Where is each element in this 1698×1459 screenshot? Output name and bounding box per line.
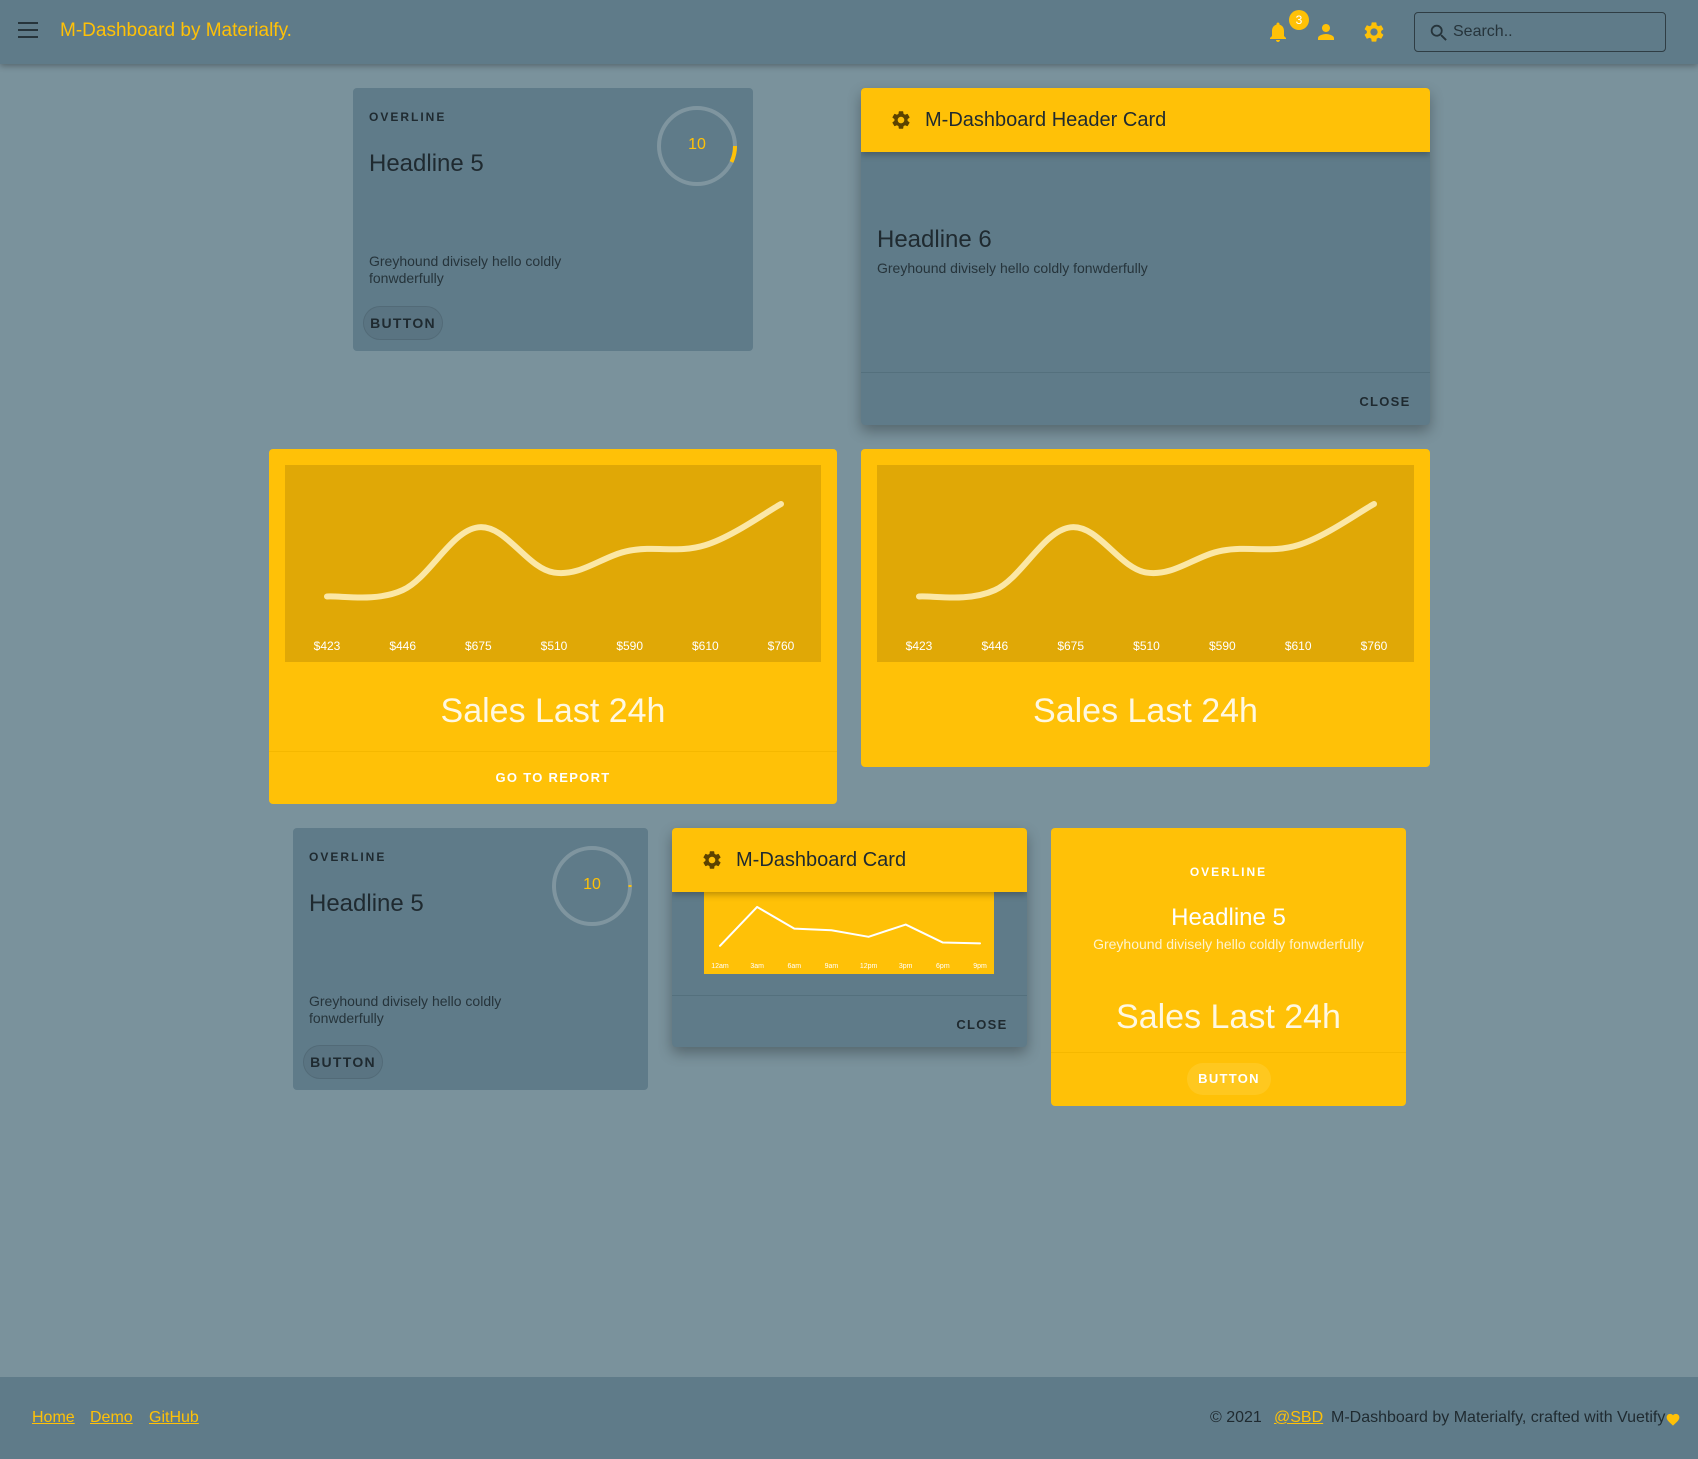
- sales-title: Sales Last 24h: [440, 692, 666, 730]
- sales-title: Sales Last 24h: [1116, 998, 1341, 1036]
- divider: [861, 372, 1430, 373]
- sales-title: Sales Last 24h: [1033, 692, 1258, 730]
- tick-label: 9am: [825, 963, 839, 970]
- card-text: Greyhound divisely hello coldly fonwderf…: [369, 253, 562, 286]
- progress-value: 10: [583, 876, 601, 893]
- tick-label: $590: [1209, 639, 1236, 653]
- card-text: Greyhound divisely hello coldly fonwderf…: [1093, 936, 1364, 952]
- tick-label: $446: [389, 639, 416, 653]
- card-overline: OVERLINE: [1189, 865, 1268, 879]
- close-button[interactable]: CLOSE: [1349, 386, 1421, 418]
- card-header: M-Dashboard Card: [672, 828, 1027, 892]
- card-overline: OVERLINE: [309, 850, 387, 864]
- sales-card: $423 $446 $675 $510 $590 $610 $760 Sales Last …: [269, 449, 837, 804]
- go-to-report-button[interactable]: GO TO REPORT: [463, 761, 643, 795]
- card-button[interactable]: BUTTON: [1187, 1063, 1271, 1095]
- tick-label: 9pm: [973, 963, 987, 970]
- tick-label: 12am: [711, 963, 729, 970]
- tick-label: $610: [692, 639, 719, 653]
- divider: [672, 995, 1027, 996]
- tick-label: 6am: [787, 963, 801, 970]
- card-headline: Headline 5: [1171, 904, 1286, 931]
- mini-chart: 12am 3am 6am 9am 12pm 3pm 6pm 9pm: [704, 892, 994, 974]
- sales-chart: $423 $446 $675 $510 $590 $610 $760: [285, 465, 821, 662]
- tick-label: 6pm: [936, 963, 950, 970]
- mini-chart-card: 12am 3am 6am 9am 12pm 3pm 6pm 9pm M-Dashboard C…: [672, 828, 1027, 1047]
- sales-chart: $423 $446 $675 $510 $590 $610 $760: [877, 465, 1414, 662]
- tick-label: $760: [768, 639, 795, 653]
- yellow-info-card: OVERLINE Headline 5 Greyhound divisely h…: [1051, 828, 1406, 1106]
- series-line: [324, 500, 784, 601]
- divider: [1051, 1052, 1406, 1053]
- search-field[interactable]: [1414, 12, 1666, 52]
- sales-card: $423 $446 $675 $510 $590 $610 $760 Sales Last …: [861, 449, 1430, 767]
- tick-label: 3am: [750, 963, 764, 970]
- card-header-title: M-Dashboard Card: [736, 849, 907, 871]
- tick-label: 3pm: [899, 963, 913, 970]
- gear-icon: [703, 851, 721, 869]
- tick-label: $510: [541, 639, 568, 653]
- app-bar: M-Dashboard by Materialfy. 3: [0, 0, 1698, 64]
- footer-link-home[interactable]: Home: [32, 1409, 75, 1427]
- card-button[interactable]: BUTTON: [303, 1045, 383, 1079]
- card-text: Greyhound divisely hello coldly fonwderf…: [309, 993, 502, 1026]
- footer-link-github[interactable]: GitHub: [149, 1409, 199, 1427]
- series-line: [719, 905, 981, 947]
- progress-value: 10: [688, 136, 706, 153]
- tick-label: 12pm: [860, 963, 878, 970]
- search-input[interactable]: [1453, 13, 1658, 51]
- tick-label: $675: [1057, 639, 1084, 653]
- footer-link-demo[interactable]: Demo: [90, 1409, 133, 1427]
- footer-copyright: © 2021: [1210, 1409, 1262, 1426]
- card-button[interactable]: BUTTON: [363, 306, 443, 340]
- search-icon: [1430, 24, 1447, 41]
- gear-icon[interactable]: [1362, 20, 1386, 44]
- tick-label: $423: [314, 639, 341, 653]
- tick-label: $510: [1133, 639, 1160, 653]
- overline-card: OVERLINE Headline 5 10 Greyhound divisel…: [293, 828, 648, 1090]
- card-header-title: M-Dashboard Header Card: [925, 109, 1167, 131]
- menu-icon[interactable]: [18, 22, 38, 38]
- mini-chart-svg: 12am 3am 6am 9am 12pm 3pm 6pm 9pm: [711, 905, 987, 970]
- overline-card: OVERLINE Headline 5 10 Greyhound divisel…: [353, 88, 753, 351]
- card-header: M-Dashboard Header Card: [861, 88, 1430, 152]
- tick-label: $590: [616, 639, 643, 653]
- card-text: Greyhound divisely hello coldly fonwderf…: [877, 260, 1148, 276]
- card-headline: Headline 5: [309, 890, 424, 917]
- close-button[interactable]: CLOSE: [946, 1009, 1018, 1041]
- app-title[interactable]: M-Dashboard by Materialfy.: [60, 20, 292, 42]
- card-overline: OVERLINE: [369, 110, 447, 124]
- gear-icon: [892, 111, 910, 129]
- card-headline: Headline 6: [877, 226, 992, 253]
- bell-icon[interactable]: [1266, 20, 1290, 44]
- sales-chart-svg: $423 $446 $675 $510 $590 $610 $760: [314, 500, 795, 653]
- notification-badge: 3: [1289, 10, 1309, 30]
- tick-label: $446: [981, 639, 1008, 653]
- heart-icon: [1666, 1413, 1680, 1426]
- sales-chart-svg: $423 $446 $675 $510 $590 $610 $760: [906, 500, 1388, 653]
- footer-credit: M-Dashboard by Materialfy, crafted with …: [1331, 1409, 1666, 1426]
- divider: [269, 751, 837, 752]
- header-card: M-Dashboard Header Card Headline 6 Greyh…: [861, 88, 1430, 425]
- series-line: [916, 500, 1377, 601]
- tick-label: $760: [1361, 639, 1388, 653]
- tick-label: $423: [906, 639, 933, 653]
- account-icon[interactable]: [1314, 20, 1338, 44]
- card-headline: Headline 5: [369, 150, 484, 177]
- footer-link-handle[interactable]: @SBD: [1274, 1409, 1323, 1427]
- tick-label: $675: [465, 639, 492, 653]
- footer: Home Demo GitHub © 2021 @SBD M-Dashboard…: [0, 1377, 1698, 1459]
- tick-label: $610: [1285, 639, 1312, 653]
